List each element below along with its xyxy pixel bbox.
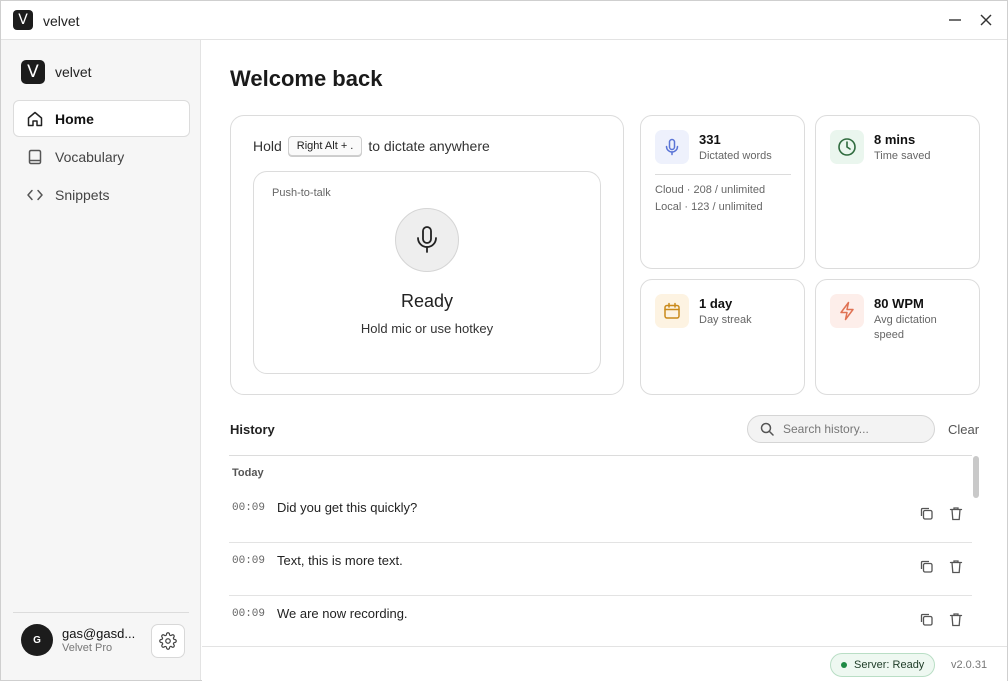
- hotkey-badge: Right Alt + .: [287, 136, 363, 156]
- stat-label: Time saved: [874, 150, 931, 162]
- clock-icon: [830, 130, 864, 164]
- bolt-icon: [830, 294, 864, 328]
- app-version: v2.0.31: [951, 659, 988, 671]
- history-text: Text, this is more text.: [277, 553, 403, 568]
- stat-value: 8 mins: [874, 132, 916, 147]
- stat-card-wpm: 80 WPM Avg dictation speed: [815, 279, 980, 395]
- stat-label: Avg dictation speed: [874, 314, 937, 341]
- avatar: G: [21, 624, 53, 656]
- stat-card-time-saved: 8 mins Time saved: [815, 115, 980, 269]
- status-bar: Server: Ready v2.0.31: [202, 646, 1007, 681]
- dictate-card: Hold Right Alt + . to dictate anywhere P…: [230, 115, 624, 395]
- page-title: Welcome back: [230, 66, 383, 91]
- app-window: V velvet V velvet Home Vocabulary Snippe…: [0, 0, 1008, 681]
- history-row[interactable]: 00:09 Text, this is more text.: [229, 543, 972, 596]
- history-scrollbar[interactable]: [973, 456, 979, 498]
- minimize-button[interactable]: [944, 9, 966, 31]
- sidebar-item-snippets[interactable]: Snippets: [13, 176, 190, 213]
- dictation-hint: Hold mic or use hotkey: [360, 321, 494, 336]
- stat-value: 331: [699, 132, 721, 147]
- history-row[interactable]: 00:09 Did you get this quickly?: [229, 490, 972, 543]
- copy-icon: [920, 507, 933, 520]
- copy-button[interactable]: [917, 557, 935, 575]
- stat-card-streak: 1 day Day streak: [640, 279, 805, 395]
- history-time: 00:09: [232, 608, 266, 620]
- brand-logo: V: [21, 60, 45, 84]
- server-status-badge: Server: Ready: [830, 653, 936, 677]
- sidebar-divider: [13, 612, 189, 613]
- mic-button[interactable]: [395, 208, 459, 272]
- code-icon: [26, 186, 44, 204]
- gear-icon: [159, 632, 177, 650]
- delete-button[interactable]: [947, 504, 965, 522]
- app-logo: V: [13, 10, 33, 30]
- history-list[interactable]: Today 00:09 Did you get this quickly? 00…: [229, 455, 972, 646]
- server-status-text: Server: Ready: [854, 659, 925, 671]
- minimize-icon: [949, 19, 961, 21]
- close-icon: [980, 14, 992, 26]
- stat-label: Dictated words: [699, 150, 772, 162]
- history-time: 00:09: [232, 502, 266, 514]
- history-row[interactable]: 00:09 We are now recording.: [229, 596, 972, 646]
- stat-value: 80 WPM: [874, 296, 924, 311]
- sidebar-item-label: Vocabulary: [55, 148, 125, 165]
- stat-detail-local: Local · 123 / unlimited: [655, 201, 763, 213]
- delete-button[interactable]: [947, 610, 965, 628]
- user-plan: Velvet Pro: [62, 642, 113, 654]
- copy-button[interactable]: [917, 610, 935, 628]
- user-email: gas@gasd...: [62, 626, 136, 641]
- mic-icon: [655, 130, 689, 164]
- title-bar: V velvet: [1, 1, 1007, 40]
- search-input[interactable]: [783, 422, 923, 436]
- history-text: We are now recording.: [277, 606, 408, 621]
- close-button[interactable]: [975, 9, 997, 31]
- copy-icon: [920, 613, 933, 626]
- stat-label: Day streak: [699, 314, 752, 326]
- hold-prefix: Hold: [253, 138, 282, 154]
- book-icon: [26, 148, 44, 166]
- calendar-icon: [655, 294, 689, 328]
- push-to-talk-panel: Push-to-talk Ready Hold mic or use hotke…: [253, 171, 601, 374]
- mic-icon: [417, 226, 437, 253]
- trash-icon: [949, 559, 963, 573]
- main-content: Welcome back Hold Right Alt + . to dicta…: [202, 40, 1007, 646]
- hotkey-hint: Hold Right Alt + . to dictate anywhere: [253, 136, 490, 156]
- sidebar-item-vocabulary[interactable]: Vocabulary: [13, 138, 190, 175]
- history-time: 00:09: [232, 555, 266, 567]
- home-icon: [26, 110, 44, 128]
- copy-icon: [920, 560, 933, 573]
- copy-button[interactable]: [917, 504, 935, 522]
- sidebar-item-label: Home: [55, 110, 94, 127]
- history-group-label: Today: [232, 467, 264, 479]
- ptt-label: Push-to-talk: [272, 187, 331, 199]
- delete-button[interactable]: [947, 557, 965, 575]
- stat-detail-cloud: Cloud · 208 / unlimited: [655, 184, 766, 196]
- history-text: Did you get this quickly?: [277, 500, 418, 515]
- stat-card-words: 331 Dictated words Cloud · 208 / unlimit…: [640, 115, 805, 269]
- brand-name: velvet: [55, 64, 92, 80]
- trash-icon: [949, 612, 963, 626]
- stat-divider: [655, 174, 791, 175]
- dictation-status: Ready: [400, 291, 454, 311]
- sidebar-item-label: Snippets: [55, 186, 110, 203]
- history-search: [747, 415, 935, 443]
- user-profile[interactable]: G gas@gasd... Velvet Pro: [21, 624, 144, 656]
- history-title: History: [230, 422, 275, 437]
- window-title: velvet: [43, 13, 80, 29]
- stat-value: 1 day: [699, 296, 733, 311]
- status-dot: [841, 662, 847, 668]
- settings-button[interactable]: [151, 624, 185, 658]
- clear-history-button[interactable]: Clear: [948, 422, 979, 437]
- sidebar-brand: V velvet: [21, 60, 92, 84]
- search-icon: [760, 422, 774, 436]
- sidebar-item-home[interactable]: Home: [13, 100, 190, 137]
- sidebar-nav: Home Vocabulary Snippets: [13, 100, 190, 214]
- trash-icon: [949, 506, 963, 520]
- hold-suffix: to dictate anywhere: [368, 138, 490, 154]
- sidebar: V velvet Home Vocabulary Snippets G gas@…: [1, 40, 201, 680]
